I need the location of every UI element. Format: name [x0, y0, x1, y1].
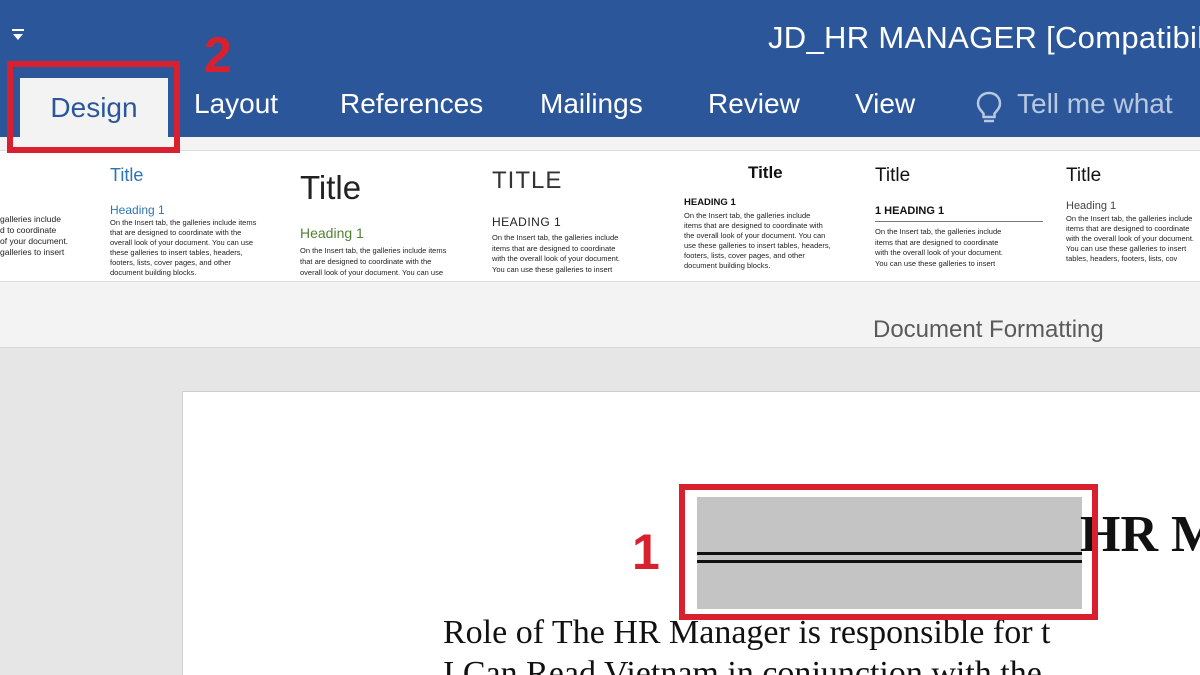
style-set-heading: Heading 1: [300, 225, 364, 241]
ribbon-group-band: Document Formatting: [0, 290, 1200, 348]
style-set-title: Title: [748, 163, 783, 182]
tab-references[interactable]: References: [340, 88, 483, 120]
tab-layout[interactable]: Layout: [194, 88, 278, 120]
style-set-heading: HEADING 1: [684, 197, 736, 208]
style-set-body: On the Insert tab, the galleries include…: [492, 233, 620, 274]
style-set-item[interactable]: Title Heading 1 On the Insert tab, the g…: [1064, 151, 1200, 283]
style-set-heading: HEADING 1: [492, 215, 562, 229]
annotation-box-image: [679, 484, 1098, 620]
style-set-item[interactable]: Title Heading 1 On the Insert tab, the g…: [108, 151, 268, 283]
annotation-marker-2: 2: [204, 27, 232, 83]
style-set-item[interactable]: Title Heading 1 On the Insert tab, the g…: [298, 151, 478, 283]
style-set-body: On the Insert tab, the galleries include…: [875, 227, 1003, 268]
customize-quick-access-dropdown-icon[interactable]: [11, 26, 25, 44]
lightbulb-icon: [976, 91, 1002, 123]
group-label-document-formatting: Document Formatting: [873, 316, 1104, 343]
style-set-body: On the Insert tab, the galleries include…: [300, 246, 447, 277]
style-set-title: Title: [110, 165, 144, 185]
style-set-title: TITLE: [492, 167, 563, 194]
style-set-body: On the Insert tab, the galleries include…: [684, 211, 831, 270]
tab-view[interactable]: View: [855, 88, 915, 120]
tell-me-text: Tell me what: [1017, 88, 1173, 119]
style-set-heading: Heading 1: [110, 203, 165, 217]
style-set-heading: 1 HEADING 1: [875, 205, 945, 217]
style-set-body: galleries include d to coordinate of your …: [0, 214, 69, 257]
tab-review[interactable]: Review: [708, 88, 800, 120]
heading-rule: [875, 221, 1043, 222]
style-set-item[interactable]: Title HEADING 1 On the Insert tab, the g…: [682, 151, 854, 283]
title-bar: JD_HR MANAGER [Compatibilit Design Layou…: [0, 0, 1200, 140]
style-set-body: On the Insert tab, the galleries include…: [1066, 214, 1194, 263]
style-set-body: On the Insert tab, the galleries include…: [110, 218, 257, 277]
document-body-line: I Can Read Vietnam in conjunction with t…: [443, 655, 1042, 675]
style-set-title: Title: [1066, 165, 1102, 186]
document-title: JD_HR MANAGER [Compatibilit: [768, 20, 1200, 55]
style-set-item[interactable]: TITLE HEADING 1 On the Insert tab, the g…: [490, 151, 660, 283]
style-set-item[interactable]: galleries include d to coordinate of your …: [0, 151, 88, 283]
style-set-title: Title: [300, 169, 362, 206]
style-set-title: Title: [875, 165, 911, 186]
annotation-marker-1: 1: [632, 524, 660, 580]
style-set-heading: Heading 1: [1066, 200, 1117, 212]
style-set-gallery: galleries include d to coordinate of your …: [0, 137, 1200, 290]
style-set-item[interactable]: Title 1 HEADING 1 On the Insert tab, the…: [873, 151, 1045, 283]
annotation-box-design-tab: [7, 61, 180, 153]
tab-mailings[interactable]: Mailings: [540, 88, 643, 120]
document-heading: HR M: [1080, 506, 1200, 563]
